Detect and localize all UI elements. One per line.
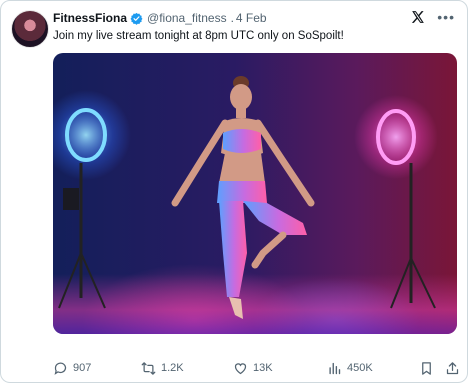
x-logo-icon[interactable] xyxy=(411,10,425,24)
action-bar: 907 1.2K 13K 450K xyxy=(53,359,460,377)
post-card[interactable]: FitnessFiona @fiona_fitness . 4 Feb ••• … xyxy=(0,0,468,383)
like-count: 13K xyxy=(253,362,273,374)
handle[interactable]: @fiona_fitness xyxy=(147,11,227,25)
repost-count: 1.2K xyxy=(161,362,184,374)
like-icon xyxy=(234,362,247,374)
bookmark-icon xyxy=(422,361,431,375)
share-button[interactable] xyxy=(445,361,460,376)
reply-button[interactable]: 907 xyxy=(53,361,91,376)
verified-icon xyxy=(130,12,143,25)
display-name[interactable]: FitnessFiona xyxy=(53,11,127,25)
views-icon xyxy=(329,362,341,374)
post-text: Join my live stream tonight at 8pm UTC o… xyxy=(53,30,344,42)
reply-count: 907 xyxy=(73,362,92,374)
more-icon[interactable]: ••• xyxy=(437,10,455,24)
header-actions: ••• xyxy=(411,10,455,24)
views-button[interactable]: 450K xyxy=(327,361,373,376)
post-header: FitnessFiona @fiona_fitness . 4 Feb xyxy=(53,11,267,25)
bookmark-button[interactable] xyxy=(419,361,434,376)
reply-icon xyxy=(54,362,67,375)
like-button[interactable]: 13K xyxy=(233,361,273,376)
repost-button[interactable]: 1.2K xyxy=(141,361,184,376)
share-icon xyxy=(446,361,459,374)
retweet-icon xyxy=(141,361,156,375)
separator: . xyxy=(230,11,234,25)
views-count: 450K xyxy=(347,362,373,374)
image-illustration xyxy=(53,76,438,319)
avatar[interactable] xyxy=(11,10,49,48)
post-image[interactable] xyxy=(53,53,457,334)
post-date[interactable]: 4 Feb xyxy=(236,11,267,25)
